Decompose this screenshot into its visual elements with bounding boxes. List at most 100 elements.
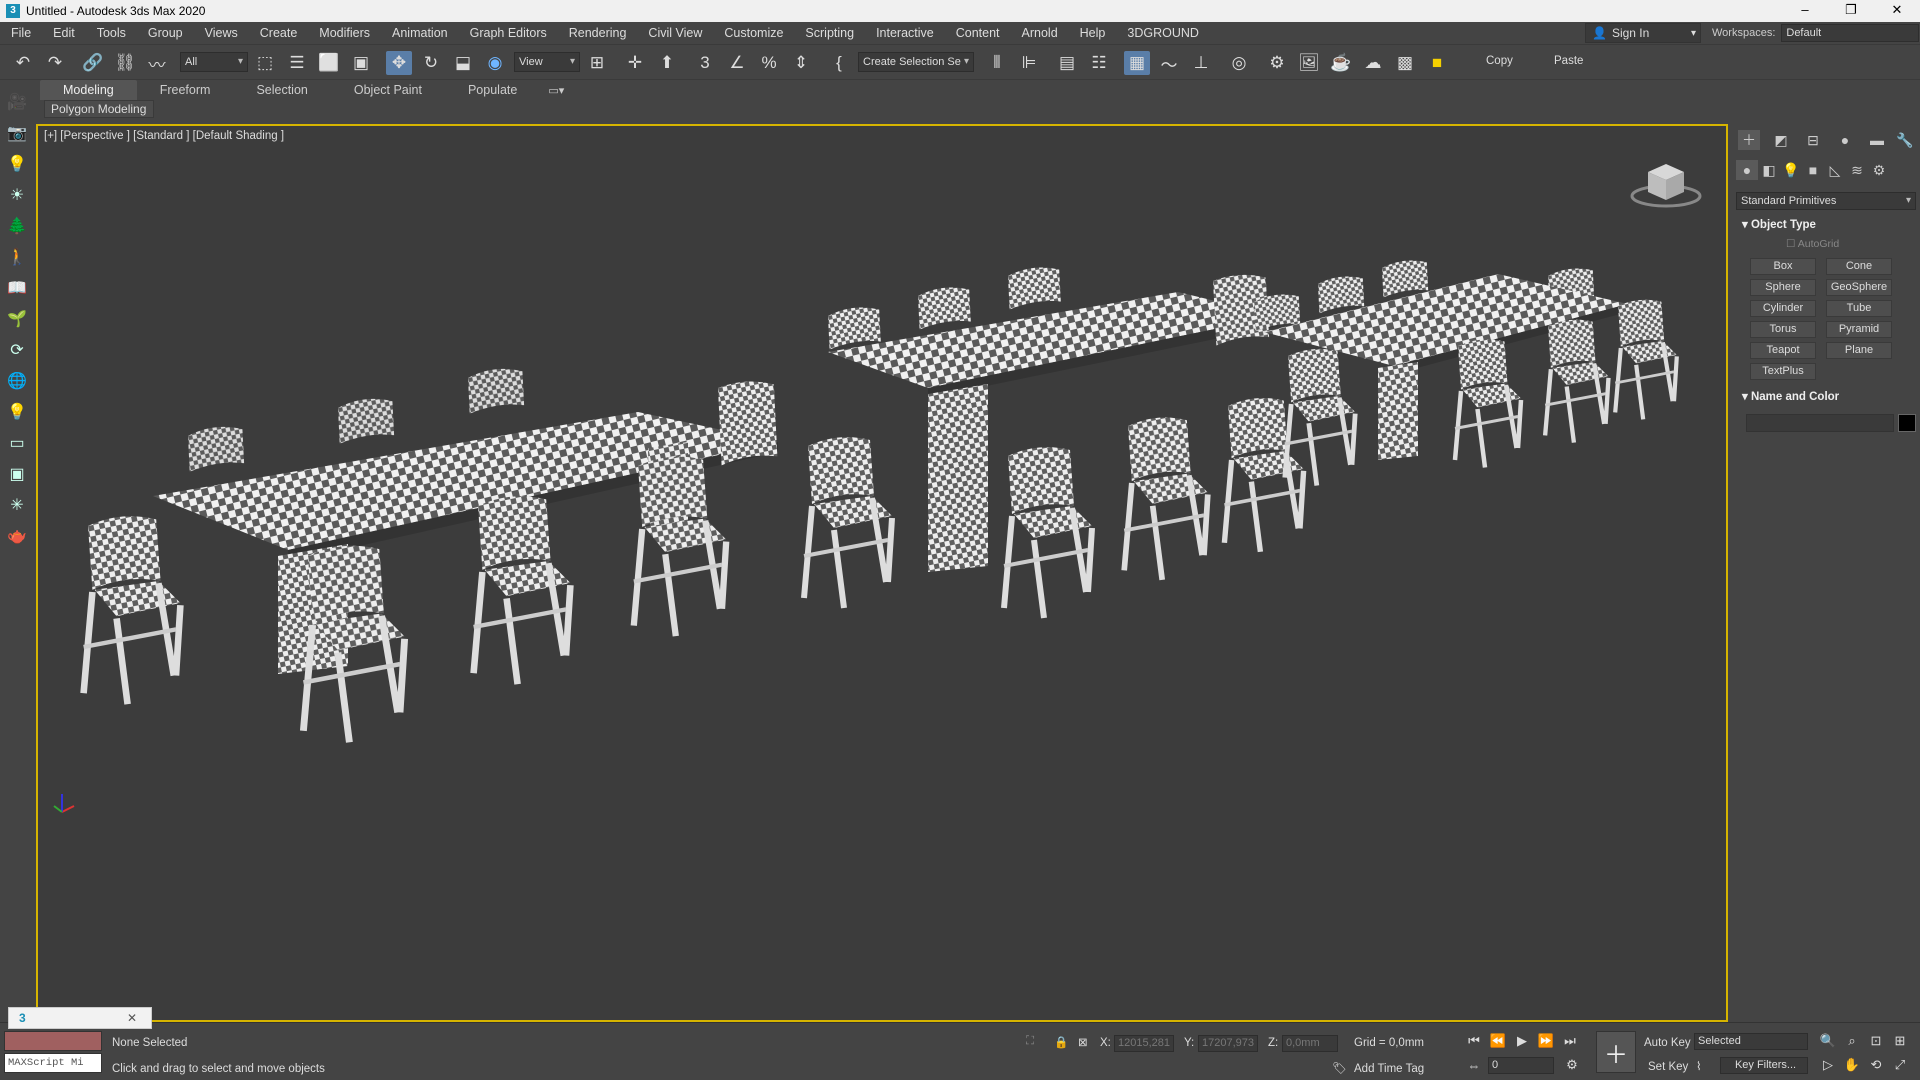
- menu-customize[interactable]: Customize: [713, 22, 794, 44]
- name-color-rollout-header[interactable]: ▾ Name and Color: [1736, 388, 1916, 406]
- tab-populate[interactable]: Populate: [445, 80, 540, 100]
- sphere-button[interactable]: Sphere: [1750, 279, 1816, 296]
- minimize-button[interactable]: –: [1782, 0, 1828, 22]
- render-in-cloud-icon[interactable]: ☁: [1360, 51, 1386, 75]
- unlink-icon[interactable]: ⛓: [112, 51, 138, 75]
- menu-views[interactable]: Views: [194, 22, 249, 44]
- keyboard-shortcut-override-icon[interactable]: ⬆: [654, 51, 680, 75]
- maxscript-mini-window[interactable]: 3 ✕: [8, 1007, 152, 1029]
- named-selection-dropdown[interactable]: Create Selection Se: [858, 52, 974, 72]
- maximize-button[interactable]: ❐: [1828, 0, 1874, 22]
- sun-icon[interactable]: ☀: [5, 183, 29, 207]
- menu-scripting[interactable]: Scripting: [794, 22, 865, 44]
- play-icon[interactable]: ▶: [1512, 1031, 1532, 1051]
- select-by-name-icon[interactable]: ☰: [284, 51, 310, 75]
- pivot-center-icon[interactable]: ⊞: [584, 51, 610, 75]
- mirror-icon[interactable]: ⫴: [984, 51, 1010, 75]
- render-production-icon[interactable]: ☕: [1328, 51, 1354, 75]
- select-and-rotate-icon[interactable]: ↻: [418, 51, 444, 75]
- align-icon[interactable]: ⊫: [1016, 51, 1042, 75]
- geometry-icon[interactable]: ●: [1736, 160, 1758, 180]
- menu-arnold[interactable]: Arnold: [1011, 22, 1069, 44]
- selection-filter-dropdown[interactable]: All: [180, 52, 248, 72]
- figure-icon[interactable]: 🚶: [5, 245, 29, 269]
- select-and-place-icon[interactable]: ◉: [482, 51, 508, 75]
- menu-civil-view[interactable]: Civil View: [637, 22, 713, 44]
- undo-icon[interactable]: ↶: [10, 51, 36, 75]
- maxscript-listener-color[interactable]: [4, 1031, 102, 1051]
- ribbon-options-icon[interactable]: ▭▾: [548, 84, 564, 97]
- hierarchy-tab-icon[interactable]: ⊟: [1802, 130, 1824, 150]
- set-key-big-icon[interactable]: ＋: [1596, 1031, 1636, 1073]
- activeshade-icon[interactable]: ■: [1424, 51, 1450, 75]
- helpers-icon[interactable]: ◺: [1824, 160, 1846, 180]
- menu-animation[interactable]: Animation: [381, 22, 459, 44]
- next-frame-icon[interactable]: ⏩: [1536, 1031, 1556, 1051]
- y-coordinate-field[interactable]: 17207,973: [1198, 1035, 1258, 1052]
- box-button[interactable]: Box: [1750, 258, 1816, 275]
- z-coordinate-field[interactable]: 0,0mm: [1282, 1035, 1338, 1052]
- shapes-icon[interactable]: ◧: [1758, 160, 1780, 180]
- toggle-ribbon-icon[interactable]: ▦: [1124, 51, 1150, 75]
- go-to-end-icon[interactable]: ⏭: [1560, 1031, 1580, 1051]
- time-tag-icon[interactable]: 🏷: [1332, 1061, 1347, 1075]
- book-icon[interactable]: 📖: [5, 276, 29, 300]
- perspective-viewport[interactable]: [+] [Perspective ] [Standard ] [Default …: [36, 124, 1728, 1022]
- motion-tab-icon[interactable]: ●: [1834, 130, 1856, 150]
- zoom-extents-icon[interactable]: ⊡: [1866, 1031, 1886, 1051]
- utilities-tab-icon[interactable]: 🔧: [1894, 130, 1916, 150]
- current-frame-field[interactable]: 0: [1488, 1057, 1554, 1074]
- plane-button[interactable]: Plane: [1826, 342, 1892, 359]
- menu-interactive[interactable]: Interactive: [865, 22, 945, 44]
- material-editor-icon[interactable]: ◎: [1226, 51, 1252, 75]
- close-button[interactable]: ✕: [1874, 0, 1920, 22]
- edit-named-selection-icon[interactable]: {: [826, 51, 852, 75]
- lock-selection-icon[interactable]: 🔒: [1054, 1035, 1068, 1049]
- a360-gallery-icon[interactable]: ▩: [1392, 51, 1418, 75]
- space-warps-icon[interactable]: ≋: [1846, 160, 1868, 180]
- angle-snap-icon[interactable]: ∠: [724, 51, 750, 75]
- add-time-tag-button[interactable]: Add Time Tag: [1354, 1063, 1424, 1075]
- tab-selection[interactable]: Selection: [233, 80, 330, 100]
- cylinder-button[interactable]: Cylinder: [1750, 300, 1816, 317]
- menu-3dground[interactable]: 3DGROUND: [1116, 22, 1210, 44]
- window-icon[interactable]: ▣: [5, 462, 29, 486]
- lights-icon[interactable]: 💡: [1780, 160, 1802, 180]
- select-and-move-icon[interactable]: ✥: [386, 51, 412, 75]
- category-dropdown[interactable]: Standard Primitives: [1736, 192, 1916, 210]
- pan-view-icon[interactable]: ✋: [1842, 1055, 1862, 1075]
- absolute-mode-icon[interactable]: ⊠: [1078, 1035, 1088, 1049]
- menu-edit[interactable]: Edit: [42, 22, 86, 44]
- pyramid-button[interactable]: Pyramid: [1826, 321, 1892, 338]
- create-icon[interactable]: 🎥: [5, 90, 29, 114]
- panel-icon[interactable]: ▭: [5, 431, 29, 455]
- window-crossing-icon[interactable]: ▣: [348, 51, 374, 75]
- paste-button[interactable]: Paste: [1554, 55, 1583, 67]
- systems-icon[interactable]: ⚙: [1868, 160, 1890, 180]
- curve-editor-icon[interactable]: 〜: [1156, 51, 1182, 75]
- menu-file[interactable]: File: [0, 22, 42, 44]
- menu-graph-editors[interactable]: Graph Editors: [459, 22, 558, 44]
- torus-button[interactable]: Torus: [1750, 321, 1816, 338]
- globe-icon[interactable]: 🌐: [5, 369, 29, 393]
- create-tab-icon[interactable]: ＋: [1738, 130, 1760, 150]
- workspaces-dropdown[interactable]: Default: [1781, 24, 1920, 42]
- link-icon[interactable]: 🔗: [80, 51, 106, 75]
- maxscript-input[interactable]: MAXScript Mi: [4, 1053, 102, 1073]
- textplus-button[interactable]: TextPlus: [1750, 363, 1816, 380]
- teapot-button[interactable]: Teapot: [1750, 342, 1816, 359]
- object-name-input[interactable]: [1746, 414, 1894, 432]
- reference-coordinate-dropdown[interactable]: View: [514, 52, 580, 72]
- tab-modeling[interactable]: Modeling: [40, 80, 137, 100]
- set-key-button[interactable]: Set Key: [1648, 1061, 1688, 1073]
- zoom-extents-all-icon[interactable]: ⊞: [1890, 1031, 1910, 1051]
- key-filters-button[interactable]: Key Filters...: [1720, 1057, 1808, 1074]
- previous-frame-icon[interactable]: ⏪: [1488, 1031, 1508, 1051]
- select-object-icon[interactable]: ⬚: [252, 51, 278, 75]
- bind-spacewarp-icon[interactable]: 〰: [144, 51, 170, 75]
- menu-group[interactable]: Group: [137, 22, 194, 44]
- object-type-rollout-header[interactable]: ▾ Object Type: [1736, 216, 1916, 234]
- modify-tab-icon[interactable]: ◩: [1770, 130, 1792, 150]
- close-icon[interactable]: ✕: [127, 1011, 137, 1025]
- rendered-frame-window-icon[interactable]: 🖼: [1296, 51, 1322, 75]
